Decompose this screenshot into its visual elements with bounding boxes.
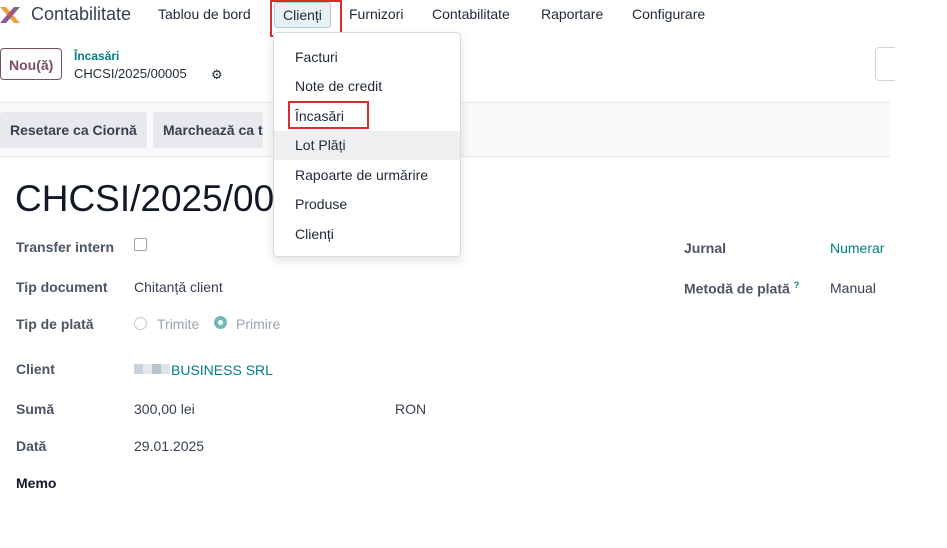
menu-furnizori[interactable]: Furnizori	[349, 6, 403, 22]
menu-tablou-de-bord[interactable]: Tablou de bord	[158, 6, 251, 22]
menu-configurare[interactable]: Configurare	[632, 6, 705, 22]
redacted-client-prefix	[134, 364, 170, 374]
amount-label: Sumă	[16, 401, 55, 417]
amount-value[interactable]: 300,00 lei	[134, 401, 195, 417]
date-label: Dată	[16, 438, 47, 454]
radio-trimite-label[interactable]: Trimite	[157, 316, 199, 332]
internal-transfer-label: Transfer intern	[16, 239, 115, 255]
dropdown-item-incasari[interactable]: Încasări	[274, 102, 460, 131]
top-navbar: Contabilitate Tablou de bord Clienți Fur…	[0, 0, 890, 30]
dropdown-item-facturi[interactable]: Facturi	[274, 43, 460, 72]
payment-method-value[interactable]: Manual	[830, 280, 876, 296]
clienti-dropdown-menu: Facturi Note de credit Încasări Lot Plăț…	[273, 32, 461, 257]
date-value[interactable]: 29.01.2025	[134, 438, 204, 454]
journal-value-link[interactable]: Numerar	[830, 240, 884, 256]
record-title: CHCSI/2025/000	[15, 178, 295, 219]
dropdown-item-clienti[interactable]: Clienți	[274, 220, 460, 249]
journal-label: Jurnal	[684, 240, 727, 256]
dropdown-item-note-de-credit[interactable]: Note de credit	[274, 72, 460, 101]
radio-primire-label[interactable]: Primire	[236, 316, 280, 332]
document-type-value[interactable]: Chitanță client	[134, 279, 223, 295]
payment-method-label: Metodă de plată?	[684, 280, 800, 297]
menu-clienti[interactable]: Clienți	[274, 2, 331, 28]
dropdown-item-lot-plati[interactable]: Lot Plăți	[274, 131, 460, 160]
mark-as-button[interactable]: Marchează ca tr	[153, 112, 263, 148]
breadcrumb-current: CHCSI/2025/00005	[74, 66, 187, 81]
client-label: Client	[16, 361, 55, 377]
internal-transfer-checkbox[interactable]	[134, 238, 147, 251]
reset-to-draft-button[interactable]: Resetare ca Ciornă	[0, 112, 147, 148]
dropdown-item-rapoarte-de-urmarire[interactable]: Rapoarte de urmărire	[274, 161, 460, 190]
gear-icon[interactable]: ⚙	[211, 67, 223, 83]
payment-type-label: Tip de plată	[16, 316, 94, 332]
odoo-accounting-logo-icon[interactable]	[0, 5, 20, 25]
radio-primire[interactable]	[214, 316, 227, 329]
view-switch-button[interactable]	[875, 47, 895, 81]
help-tooltip-icon[interactable]: ?	[794, 280, 800, 290]
memo-label: Memo	[16, 475, 57, 491]
breadcrumb-parent-link[interactable]: Încasări	[74, 49, 119, 63]
new-button[interactable]: Nou(ă)	[0, 48, 63, 80]
client-value-link[interactable]: BUSINESS SRL	[171, 362, 273, 378]
app-name[interactable]: Contabilitate	[31, 4, 131, 25]
currency-value[interactable]: RON	[395, 401, 426, 417]
menu-raportare[interactable]: Raportare	[541, 6, 603, 22]
menu-contabilitate[interactable]: Contabilitate	[432, 6, 510, 22]
dropdown-item-produse[interactable]: Produse	[274, 190, 460, 219]
radio-trimite[interactable]	[134, 317, 147, 330]
document-type-label: Tip document	[16, 279, 108, 295]
